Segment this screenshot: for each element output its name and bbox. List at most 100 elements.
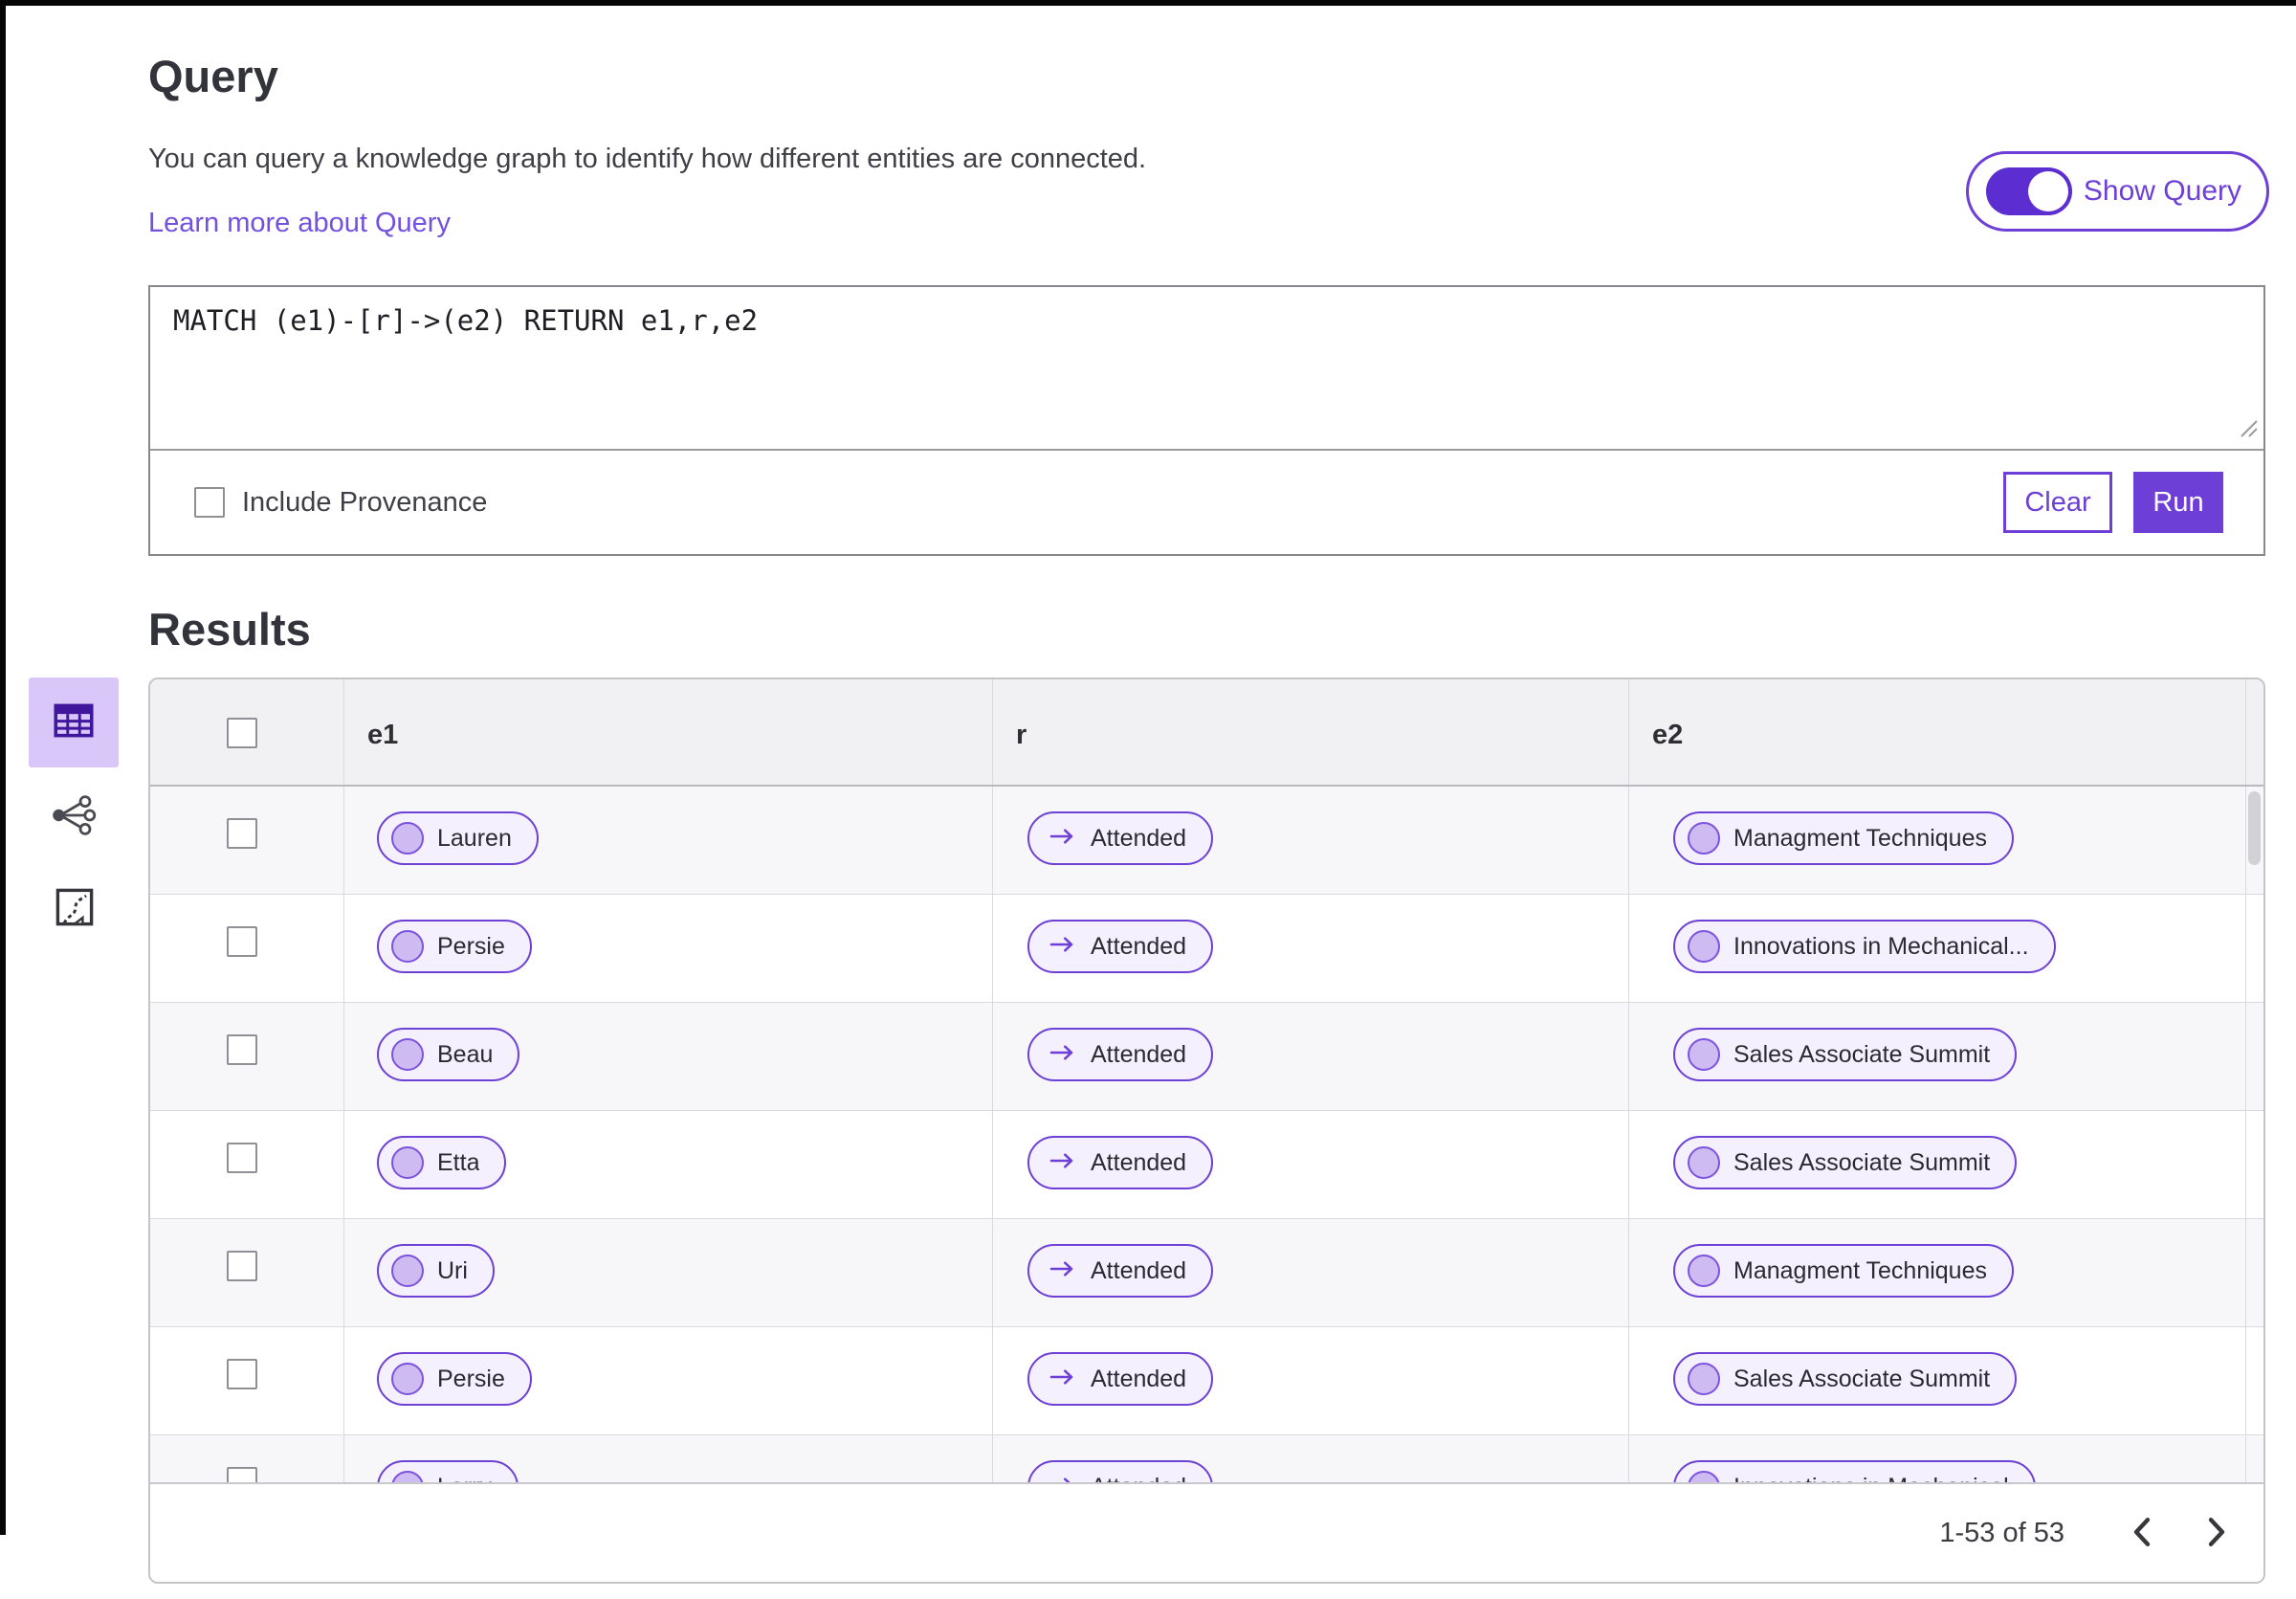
next-page-button[interactable] <box>2198 1510 2235 1557</box>
query-toolbar: Include Provenance Clear Run <box>150 451 2263 554</box>
include-provenance-checkbox[interactable] <box>194 487 225 518</box>
table-icon <box>50 697 98 749</box>
table-row: Larry Attended Innovations in Mechanical <box>150 1435 2263 1482</box>
entity-pill[interactable]: Innovations in Mechanical... <box>1673 920 2056 973</box>
query-panel: MATCH (e1)-[r]->(e2) RETURN e1,r,e2 Incl… <box>148 285 2265 556</box>
entity-pill[interactable]: Lauren <box>377 811 539 865</box>
row-checkbox[interactable] <box>227 1251 257 1281</box>
row-checkbox[interactable] <box>227 1359 257 1389</box>
entity-circle-icon <box>391 1255 424 1287</box>
scrollbar-gutter <box>2245 1111 2263 1218</box>
entity2-pill-label: Sales Associate Summit <box>1733 1148 1991 1176</box>
relation-arrow-icon <box>1049 1475 1077 1482</box>
scrollbar-gutter <box>2245 1219 2263 1326</box>
clear-button[interactable]: Clear <box>2003 472 2112 533</box>
column-header-r: r <box>992 679 1628 785</box>
relation-pill-label: Attended <box>1091 824 1187 852</box>
entity-pill[interactable]: Managment Techniques <box>1673 1244 2014 1298</box>
entity-circle-icon <box>391 1146 424 1179</box>
entity-pill[interactable]: Persie <box>377 1352 532 1406</box>
entity2-pill-label: Sales Associate Summit <box>1733 1040 1991 1068</box>
previous-page-button[interactable] <box>2124 1510 2160 1557</box>
cell-e2: Sales Associate Summit <box>1628 1327 2245 1434</box>
table-view-button[interactable] <box>29 677 119 767</box>
entity-circle-icon <box>1688 1255 1720 1287</box>
entity-pill[interactable]: Sales Associate Summit <box>1673 1136 2018 1189</box>
chevron-left-icon <box>2130 1516 2154 1551</box>
page-title: Query <box>148 51 278 101</box>
table-row: Beau Attended Sales Associate Summit <box>150 1003 2263 1111</box>
results-title: Results <box>148 604 311 655</box>
entity-pill[interactable]: Sales Associate Summit <box>1673 1028 2018 1081</box>
row-checkbox[interactable] <box>227 1034 257 1065</box>
cell-e1: Lauren <box>343 787 992 894</box>
entity-circle-icon <box>391 1471 424 1482</box>
row-checkbox-cell <box>150 1111 343 1218</box>
table-row: Etta Attended Sales Associate Summit <box>150 1111 2263 1219</box>
screenshot-left-edge <box>0 0 6 1535</box>
cell-e1: Uri <box>343 1219 992 1326</box>
entity-pill[interactable]: Beau <box>377 1028 520 1081</box>
entity-pill[interactable]: Sales Associate Summit <box>1673 1352 2018 1406</box>
show-query-toggle[interactable]: Show Query <box>1965 151 2269 232</box>
network-view-button[interactable] <box>45 790 102 844</box>
resize-handle-icon[interactable] <box>2238 417 2259 443</box>
entity-pill[interactable]: Innovations in Mechanical <box>1673 1460 2036 1482</box>
relation-pill[interactable]: Attended <box>1027 811 1214 865</box>
map-view-button[interactable] <box>50 884 99 934</box>
entity-pill[interactable]: Uri <box>377 1244 495 1298</box>
cell-r: Attended <box>992 1111 1628 1218</box>
row-checkbox[interactable] <box>227 818 257 849</box>
results-table: e1 r e2 Lauren Attended Managment Techni… <box>148 677 2265 1584</box>
row-checkbox-cell <box>150 1435 343 1482</box>
row-checkbox[interactable] <box>227 1467 257 1482</box>
relation-arrow-icon <box>1049 1258 1077 1284</box>
run-button[interactable]: Run <box>2133 472 2223 533</box>
entity-pill-label: Beau <box>437 1040 494 1068</box>
screenshot-top-edge <box>0 0 2296 6</box>
scrollbar-header-gutter <box>2245 679 2263 785</box>
relation-pill[interactable]: Attended <box>1027 1136 1214 1189</box>
row-checkbox-cell <box>150 787 343 894</box>
entity-pill[interactable]: Etta <box>377 1136 507 1189</box>
toggle-switch-icon[interactable] <box>1985 167 2072 215</box>
relation-arrow-icon <box>1049 826 1077 852</box>
relation-pill-label: Attended <box>1091 932 1187 960</box>
relation-pill[interactable]: Attended <box>1027 1244 1214 1298</box>
relation-pill-label: Attended <box>1091 1040 1187 1068</box>
cell-e2: Managment Techniques <box>1628 787 2245 894</box>
table-row: Persie Attended Innovations in Mechanica… <box>150 895 2263 1003</box>
relation-pill[interactable]: Attended <box>1027 1352 1214 1406</box>
include-provenance-label: Include Provenance <box>242 486 488 518</box>
row-checkbox[interactable] <box>227 926 257 957</box>
entity-pill[interactable]: Managment Techniques <box>1673 811 2014 865</box>
row-checkbox[interactable] <box>227 1143 257 1173</box>
relation-pill-label: Attended <box>1091 1365 1187 1392</box>
cell-e2: Innovations in Mechanical... <box>1628 895 2245 1002</box>
cell-r: Attended <box>992 1219 1628 1326</box>
column-header-e1: e1 <box>343 679 992 785</box>
pagination-range: 1-53 of 53 <box>1939 1517 2064 1548</box>
entity-pill[interactable]: Larry <box>377 1460 519 1482</box>
table-row: Lauren Attended Managment Techniques <box>150 787 2263 895</box>
cell-e2: Managment Techniques <box>1628 1219 2245 1326</box>
entity-circle-icon <box>1688 930 1720 963</box>
column-header-e1-label: e1 <box>367 720 399 750</box>
entity-pill-label: Larry <box>437 1474 492 1483</box>
relation-pill[interactable]: Attended <box>1027 920 1214 973</box>
cell-r: Attended <box>992 1003 1628 1110</box>
learn-more-link[interactable]: Learn more about Query <box>148 208 451 239</box>
entity2-pill-label: Managment Techniques <box>1733 1256 1987 1284</box>
cell-e2: Sales Associate Summit <box>1628 1003 2245 1110</box>
relation-pill-label: Attended <box>1091 1148 1187 1176</box>
relation-pill[interactable]: Attended <box>1027 1028 1214 1081</box>
relation-pill[interactable]: Attended <box>1027 1460 1214 1482</box>
entity-pill[interactable]: Persie <box>377 920 532 973</box>
query-page: Query You can query a knowledge graph to… <box>0 0 2296 1599</box>
query-input[interactable]: MATCH (e1)-[r]->(e2) RETURN e1,r,e2 <box>150 287 2263 449</box>
select-all-checkbox[interactable] <box>227 718 257 748</box>
cell-e1: Beau <box>343 1003 992 1110</box>
cell-e1: Larry <box>343 1435 992 1482</box>
table-pagination: 1-53 of 53 <box>150 1482 2263 1582</box>
vertical-scrollbar[interactable] <box>2248 791 2261 865</box>
